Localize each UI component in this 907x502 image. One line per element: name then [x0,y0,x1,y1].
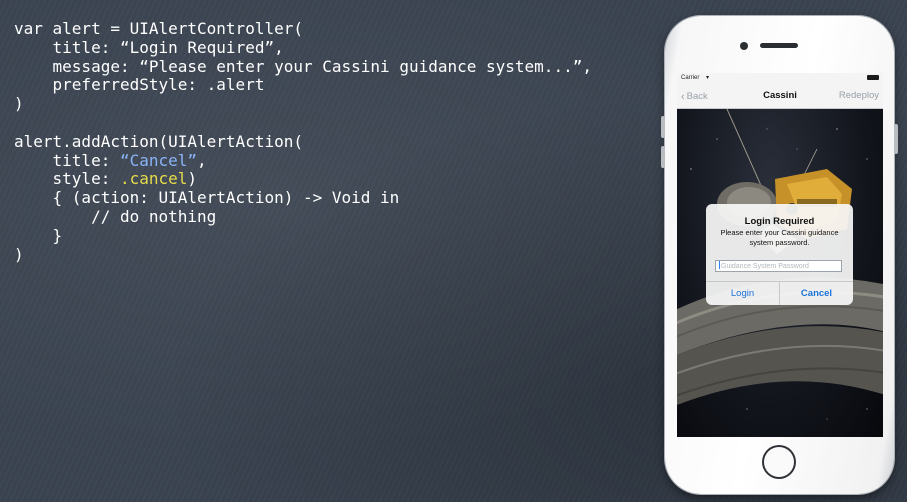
code-token: “Login Required”, [119,37,284,57]
status-bar: Carrier ▾ [677,73,883,84]
code-line: { (action: UIAlertAction) -> Void in [14,188,592,208]
code-token: ) [14,94,24,114]
code-line: ) [14,244,592,265]
code-line: // do nothing [14,206,592,227]
navigation-bar: ‹ Back Cassini Redeploy [677,84,883,109]
code-line: ) [14,94,592,114]
code-line: } [14,225,592,246]
code-line: var alert = UIAlertController( [14,19,592,39]
code-token: title: [14,150,120,170]
login-button[interactable]: Login [706,282,779,305]
code-token: { (action: UIAlertAction) -> Void in [14,188,400,208]
redeploy-button[interactable]: Redeploy [839,90,879,101]
code-line: title: “Cancel”, [14,150,592,171]
front-camera [740,42,748,50]
code-token: preferredStyle: .alert [14,75,265,95]
code-token: } [14,225,63,245]
code-listing: var alert = UIAlertController( title: “L… [14,19,592,265]
cancel-button[interactable]: Cancel [779,282,853,305]
code-token: , [197,150,207,170]
alert-title: Login Required [744,216,815,227]
power-button [894,124,898,154]
code-token: var alert = UIAlertController( [14,19,303,38]
code-line: preferredStyle: .alert [14,75,592,95]
code-token: ) [187,169,198,189]
password-placeholder: Guidance System Password [721,263,809,270]
password-field[interactable]: Guidance System Password [715,260,842,272]
volume-down-button [661,146,665,168]
home-button[interactable] [762,445,796,479]
alert-buttons: Login Cancel [706,281,853,305]
code-token: // do nothing [14,206,217,226]
code-line: style: .cancel) [14,169,592,189]
login-alert-dialog: Login Required Please enter your Cassini… [706,204,853,305]
text-caret [719,261,720,269]
carrier-label: Carrier [681,75,700,81]
wifi-icon: ▾ [706,75,710,81]
phone-screen: Carrier ▾ ‹ Back Cassini Redeploy Login … [677,73,883,437]
volume-up-button [661,116,665,138]
code-token: “Cancel” [119,150,198,170]
code-line: message: “Please enter your Cassini guid… [14,56,592,77]
code-token: ) [14,244,24,264]
code-token: alert.addAction(UIAlertAction( [14,131,303,151]
code-line: title: “Login Required”, [14,37,592,58]
iphone-device: Carrier ▾ ‹ Back Cassini Redeploy Login … [661,16,898,494]
alert-message: Please enter your Cassini guidance syste… [720,228,839,247]
code-line: alert.addAction(UIAlertAction( [14,131,592,152]
code-token: .cancel [119,169,188,189]
earpiece-speaker [760,43,798,48]
battery-icon [867,75,879,80]
code-token: style: [14,169,120,189]
code-token: message: “Please enter your Cassini guid… [14,56,592,76]
code-token: title: [14,37,120,57]
